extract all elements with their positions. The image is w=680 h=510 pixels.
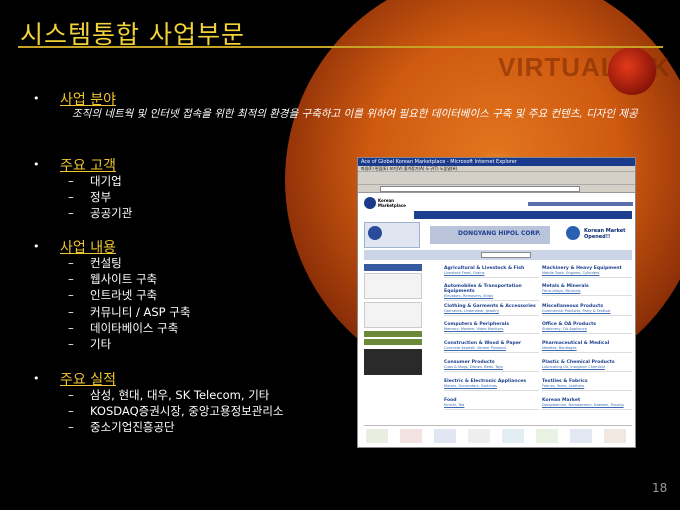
bullet-icon: •	[33, 372, 40, 385]
browser-address-bar	[358, 185, 635, 193]
section-heading-customers: 주요 고객	[60, 158, 116, 174]
globe-icon	[364, 197, 376, 209]
bullet-icon: •	[33, 240, 40, 253]
category-item: Textiles & Fabrics Fabrics, Yarns, Leathe…	[542, 379, 632, 391]
company-banner: DONGYANG HIPOL CORP.	[430, 226, 550, 244]
category-item: Automobiles & Transportation Equipments E…	[444, 284, 539, 301]
customer-list: – 대기업 – 정부 – 공공기관	[68, 173, 132, 222]
category-item: Metals & Minerals Ferro-Alloys, Minerals	[542, 284, 632, 296]
section-heading-achievements: 주요 실적	[60, 372, 116, 388]
list-item: – 대기업	[68, 174, 122, 188]
category-item: Miscellaneous Products Commercial Product…	[542, 304, 632, 316]
list-item: – 웹사이트 구축	[68, 272, 158, 287]
site-logo: Korean Marketplace	[364, 197, 408, 211]
service-list: – 컨설팅 – 웹사이트 구축 – 인트라넷 구축 – 커뮤니티 / ASP 구축 – 데…	[68, 255, 190, 352]
category-item: Machinery & Heavy Equipment Mobile Tools,…	[542, 266, 632, 278]
bullet-icon: •	[33, 92, 40, 105]
achievement-list: – 삼성, 현대, 대우, SK Telecom, 기타 – KOSDAQ증권시장,…	[68, 387, 283, 436]
section-description: 조직의 네트웍 및 인터넷 접속을 위한 최적의 환경을 구축하고 이를 위하여…	[72, 108, 638, 120]
category-item: Clothing & Garments & Accessories Garment…	[444, 304, 539, 316]
site-search-bar	[364, 250, 632, 260]
partner-logo	[434, 429, 456, 443]
list-item: – 컨설팅	[68, 256, 122, 270]
partner-logo	[604, 429, 626, 443]
category-item: Consumer Products Cups & Mugs, Dishes, Be…	[444, 360, 539, 372]
list-item: – KOSDAQ증권시장, 중앙고용정보관리소	[68, 404, 284, 419]
list-item: – 삼성, 현대, 대우, SK Telecom, 기타	[68, 388, 270, 402]
partner-logo	[400, 429, 422, 443]
browser-toolbar	[358, 172, 635, 185]
browser-title-bar: Ace of Global Korean Marketplace - Micro…	[358, 158, 635, 166]
category-item: Agricultural & Livestock & Fish Livestock…	[444, 266, 539, 278]
category-item: Construction & Wood & Paper Concrete Asph…	[444, 341, 539, 353]
category-item: Pharmaceutical & Medical Needles, Bandage…	[542, 341, 632, 353]
category-item: Plastic & Chemical Products Lubricating O…	[542, 360, 632, 372]
partner-logo-strip	[364, 425, 632, 447]
category-item: Computers & Peripherals Memory, Modem, Vi…	[444, 322, 539, 334]
category-item: Food Kimchi, Tea	[444, 398, 539, 410]
partner-logo	[468, 429, 490, 443]
page-number: 18	[652, 481, 668, 495]
watermark-logo-ball	[608, 47, 656, 95]
partner-logo	[570, 429, 592, 443]
category-item: Korean Market Dongdaemun, Namdaemun, Itae…	[542, 398, 632, 410]
list-item: – 인트라넷 구축	[68, 288, 158, 303]
partner-logo	[502, 429, 524, 443]
category-item: Electric & Electronic Appliances Motors, …	[444, 379, 539, 391]
partner-logo	[536, 429, 558, 443]
site-top-links	[528, 202, 633, 206]
title-divider	[18, 46, 663, 48]
site-left-column	[364, 264, 422, 434]
list-item: – 기타	[68, 337, 112, 352]
section-heading-business-content: 사업 내용	[60, 240, 116, 256]
site-nav-bar	[414, 211, 632, 219]
market-banner: Korean Market Opened!!	[562, 222, 632, 248]
3d-mall-banner	[364, 222, 420, 248]
website-screenshot: Ace of Global Korean Marketplace - Micro…	[357, 157, 636, 448]
partner-logo	[366, 429, 388, 443]
list-item: – 공공기관	[68, 206, 133, 221]
bullet-icon: •	[33, 158, 40, 171]
list-item: – 데이타베이스 구축	[68, 320, 179, 335]
list-item: – 중소기업진흥공단	[68, 420, 175, 435]
list-item: – 커뮤니티 / ASP 구축	[68, 304, 191, 319]
list-item: – 정부	[68, 190, 112, 205]
category-item: Office & OA Products Stationery, OA Appli…	[542, 322, 632, 334]
site-banner: DONGYANG HIPOL CORP. Korean Market Opene…	[364, 222, 632, 248]
